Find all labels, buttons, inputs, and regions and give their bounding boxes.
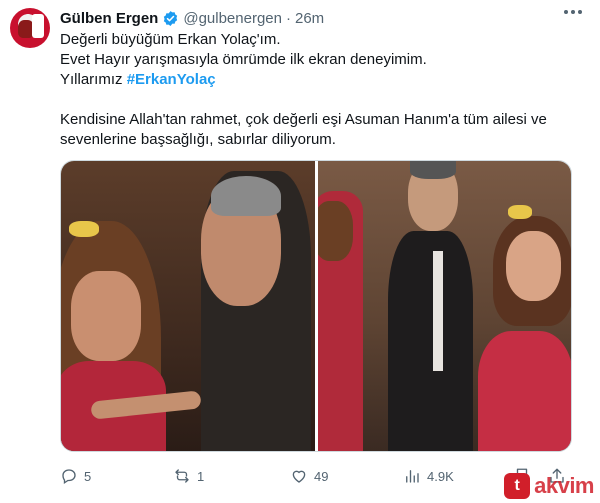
views-count: 4.9K — [427, 468, 454, 484]
tweet-line: Değerli büyüğüm Erkan Yolaç'ım. — [60, 31, 281, 48]
action-bar: 5 1 49 4.9K — [60, 465, 570, 487]
reply-count: 5 — [84, 468, 92, 484]
separator-dot: · — [285, 9, 291, 27]
like-count: 49 — [314, 468, 329, 484]
reply-icon — [62, 469, 76, 485]
views-button[interactable]: 4.9K — [403, 465, 454, 487]
tweet-line: sevenlerine başsağlığı, sabırlar diliyor… — [60, 131, 336, 148]
tweet-text: Değerli büyüğüm Erkan Yolaç'ım. Evet Hay… — [60, 30, 585, 150]
author-name[interactable]: Gülben Ergen — [60, 10, 158, 27]
photo-left[interactable] — [61, 161, 315, 451]
repost-button[interactable]: 1 — [173, 465, 204, 487]
avatar[interactable] — [10, 8, 50, 48]
like-icon — [292, 470, 306, 483]
tweet[interactable]: Gülben Ergen @gulbenergen · 26m Değerli … — [0, 0, 600, 503]
hashtag-link[interactable]: #ErkanYolaç — [127, 71, 216, 88]
repost-count: 1 — [197, 468, 205, 484]
tweet-line: Evet Hayır yarışmasıyla ömrümde ilk ekra… — [60, 51, 427, 68]
repost-icon — [175, 469, 189, 483]
watermark-logo: t akvim — [504, 473, 594, 499]
verified-badge-icon — [164, 10, 178, 26]
media-grid[interactable] — [60, 160, 572, 452]
more-icon[interactable] — [564, 10, 582, 14]
timestamp[interactable]: 26m — [295, 10, 324, 27]
photo-right[interactable] — [318, 161, 571, 451]
views-icon — [406, 470, 419, 483]
reply-button[interactable]: 5 — [60, 465, 91, 487]
tweet-line-text: Yıllarımız — [60, 71, 127, 88]
author-handle[interactable]: @gulbenergen — [183, 10, 282, 27]
tweet-line: Kendisine Allah'tan rahmet, çok değerli … — [60, 111, 547, 128]
tweet-header: Gülben Ergen @gulbenergen · 26m — [60, 8, 324, 28]
watermark-text-icon: akvim — [534, 473, 594, 498]
tweet-line: Yıllarımız #ErkanYolaç — [60, 70, 585, 90]
watermark-badge-icon: t — [504, 473, 531, 499]
like-button[interactable]: 49 — [290, 465, 328, 487]
